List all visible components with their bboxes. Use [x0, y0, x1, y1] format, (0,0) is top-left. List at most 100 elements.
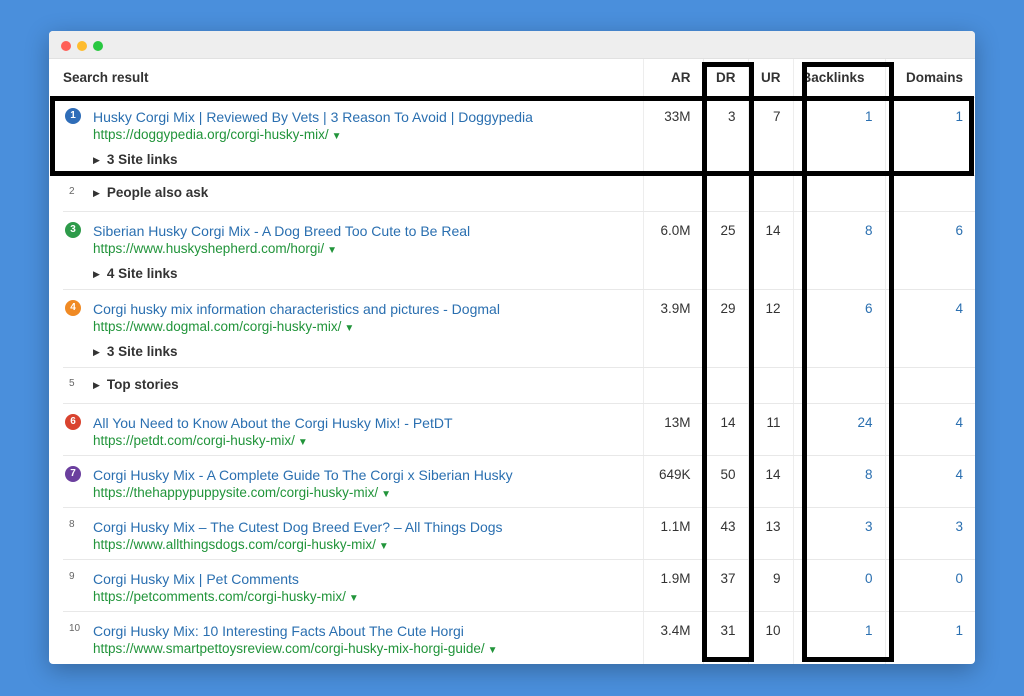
- backlinks-cell[interactable]: 1: [792, 611, 885, 664]
- result-title-link[interactable]: All You Need to Know About the Corgi Hus…: [93, 414, 643, 432]
- result-url[interactable]: https://www.smartpettoysreview.com/corgi…: [93, 640, 643, 659]
- site-links-toggle[interactable]: ▶ 3 Site links: [93, 344, 643, 361]
- site-links-toggle[interactable]: ▶ 4 Site links: [93, 266, 643, 283]
- result-url[interactable]: https://doggypedia.org/corgi-husky-mix/▼: [93, 126, 643, 145]
- window-titlebar: [49, 31, 975, 59]
- header-backlinks[interactable]: Backlinks: [792, 59, 885, 98]
- ur-cell: [747, 367, 793, 404]
- result-url-text[interactable]: https://petdt.com/corgi-husky-mix/: [93, 433, 295, 448]
- result-title-link[interactable]: Siberian Husky Corgi Mix - A Dog Breed T…: [93, 222, 643, 240]
- header-ar[interactable]: AR: [642, 59, 703, 98]
- url-dropdown-icon[interactable]: ▼: [344, 323, 354, 334]
- header-dr[interactable]: DR: [702, 59, 748, 98]
- site-links-toggle[interactable]: ▶ 3 Site links: [93, 152, 643, 169]
- backlinks-cell[interactable]: 0: [792, 559, 885, 612]
- url-dropdown-icon[interactable]: ▼: [488, 645, 498, 656]
- header-domains[interactable]: Domains: [884, 59, 975, 98]
- expand-triangle-icon: ▶: [93, 379, 100, 390]
- domains-cell[interactable]: 1: [884, 97, 975, 176]
- result-url[interactable]: https://petdt.com/corgi-husky-mix/▼: [93, 432, 643, 451]
- serp-feature-toggle[interactable]: ▶ Top stories: [93, 377, 643, 394]
- close-window-button[interactable]: [61, 41, 71, 51]
- result-cell: 9 Corgi Husky Mix | Pet Comments https://p…: [63, 559, 643, 612]
- serp-feature-toggle[interactable]: ▶ People also ask: [93, 185, 643, 202]
- expand-triangle-icon: ▶: [93, 346, 100, 357]
- domains-cell[interactable]: 4: [884, 403, 975, 456]
- result-title-link[interactable]: Corgi husky mix information characterist…: [93, 300, 643, 318]
- url-dropdown-icon[interactable]: ▼: [327, 245, 337, 256]
- backlinks-cell: [792, 367, 885, 404]
- result-content: 8 Corgi Husky Mix – The Cutest Dog Breed …: [63, 518, 643, 555]
- result-url[interactable]: https://www.huskyshepherd.com/horgi/▼: [93, 240, 643, 259]
- domains-cell[interactable]: 0: [884, 559, 975, 612]
- table-body: 1 Husky Corgi Mix | Reviewed By Vets | 3 …: [63, 97, 975, 664]
- ur-cell: 12: [747, 289, 793, 368]
- backlinks-cell[interactable]: 24: [792, 403, 885, 456]
- position-badge: 8: [69, 518, 75, 530]
- maximize-window-button[interactable]: [93, 41, 103, 51]
- result-title-link[interactable]: Husky Corgi Mix | Reviewed By Vets | 3 R…: [93, 108, 643, 126]
- result-cell: 6 All You Need to Know About the Corgi Hu…: [63, 403, 643, 456]
- result-url[interactable]: https://petcomments.com/corgi-husky-mix/…: [93, 588, 643, 607]
- table-row: 8 Corgi Husky Mix – The Cutest Dog Breed …: [63, 507, 975, 560]
- url-dropdown-icon[interactable]: ▼: [332, 131, 342, 142]
- domains-cell: [884, 175, 975, 212]
- dr-cell: 43: [702, 507, 748, 560]
- result-url-text[interactable]: https://doggypedia.org/corgi-husky-mix/: [93, 127, 329, 142]
- url-dropdown-icon[interactable]: ▼: [381, 489, 391, 500]
- site-links-label: 3 Site links: [106, 343, 178, 359]
- ur-cell: [747, 175, 793, 212]
- result-title-link[interactable]: Corgi Husky Mix - A Complete Guide To Th…: [93, 466, 643, 484]
- result-title-link[interactable]: Corgi Husky Mix | Pet Comments: [93, 570, 643, 588]
- result-cell: 3 Siberian Husky Corgi Mix - A Dog Breed …: [63, 211, 643, 290]
- backlinks-cell[interactable]: 3: [792, 507, 885, 560]
- result-url[interactable]: https://www.allthingsdogs.com/corgi-husk…: [93, 536, 643, 555]
- backlinks-cell[interactable]: 1: [792, 97, 885, 176]
- domains-cell[interactable]: 6: [884, 211, 975, 290]
- dr-cell: 50: [702, 455, 748, 508]
- serp-feature-row: 5 ▶ Top stories: [63, 367, 975, 404]
- result-title-link[interactable]: Corgi Husky Mix – The Cutest Dog Breed E…: [93, 518, 643, 536]
- position-badge: 7: [65, 465, 81, 482]
- table-row: 4 Corgi husky mix information characteris…: [63, 289, 975, 368]
- ar-cell: 6.0M: [642, 211, 703, 290]
- minimize-window-button[interactable]: [77, 41, 87, 51]
- result-url-text[interactable]: https://www.smartpettoysreview.com/corgi…: [93, 641, 485, 656]
- result-content: 4 Corgi husky mix information characteris…: [63, 299, 643, 361]
- ar-cell: 649K: [642, 455, 703, 508]
- result-url-text[interactable]: https://www.allthingsdogs.com/corgi-husk…: [93, 537, 376, 552]
- serp-feature-label: Top stories: [106, 376, 179, 392]
- table-row: 10 Corgi Husky Mix: 10 Interesting Facts …: [63, 611, 975, 664]
- site-links-label: 3 Site links: [106, 151, 178, 167]
- position-badge: 3: [65, 221, 81, 238]
- result-cell: 8 Corgi Husky Mix – The Cutest Dog Breed …: [63, 507, 643, 560]
- result-url-text[interactable]: https://www.dogmal.com/corgi-husky-mix/: [93, 319, 341, 334]
- backlinks-cell[interactable]: 8: [792, 455, 885, 508]
- result-url[interactable]: https://thehappypuppysite.com/corgi-husk…: [93, 484, 643, 503]
- result-url-text[interactable]: https://www.huskyshepherd.com/horgi/: [93, 241, 324, 256]
- backlinks-cell[interactable]: 8: [792, 211, 885, 290]
- url-dropdown-icon[interactable]: ▼: [379, 541, 389, 552]
- result-url-text[interactable]: https://petcomments.com/corgi-husky-mix/: [93, 589, 346, 604]
- ur-cell: 14: [747, 211, 793, 290]
- site-links-label: 4 Site links: [106, 265, 178, 281]
- result-content: 6 All You Need to Know About the Corgi Hu…: [63, 413, 643, 451]
- position-badge: 2: [69, 185, 75, 197]
- url-dropdown-icon[interactable]: ▼: [349, 593, 359, 604]
- result-title-link[interactable]: Corgi Husky Mix: 10 Interesting Facts Ab…: [93, 622, 643, 640]
- domains-cell[interactable]: 1: [884, 611, 975, 664]
- domains-cell[interactable]: 4: [884, 455, 975, 508]
- result-url[interactable]: https://www.dogmal.com/corgi-husky-mix/▼: [93, 318, 643, 337]
- url-dropdown-icon[interactable]: ▼: [298, 437, 308, 448]
- header-search-result[interactable]: Search result: [63, 59, 643, 98]
- position-badge: 4: [65, 299, 81, 316]
- ar-cell: 3.9M: [642, 289, 703, 368]
- table-row: 9 Corgi Husky Mix | Pet Comments https://p…: [63, 559, 975, 612]
- header-ur[interactable]: UR: [747, 59, 793, 98]
- backlinks-cell[interactable]: 6: [792, 289, 885, 368]
- domains-cell[interactable]: 4: [884, 289, 975, 368]
- ur-cell: 7: [747, 97, 793, 176]
- result-url-text[interactable]: https://thehappypuppysite.com/corgi-husk…: [93, 485, 378, 500]
- domains-cell[interactable]: 3: [884, 507, 975, 560]
- dr-cell: 29: [702, 289, 748, 368]
